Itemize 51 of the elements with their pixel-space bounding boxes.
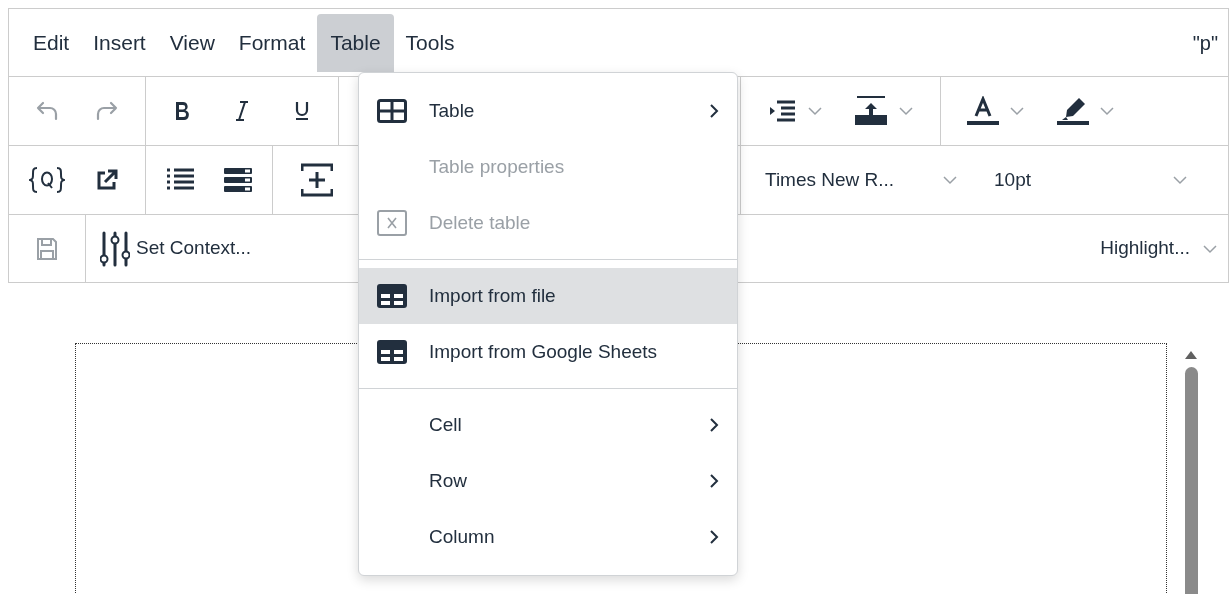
undo-icon xyxy=(35,100,59,122)
menu-item[interactable]: Import from file xyxy=(359,268,737,324)
menu-item[interactable]: Row xyxy=(359,453,737,509)
font-family-select[interactable]: Times New R... xyxy=(741,146,976,214)
chevron-down-icon xyxy=(1009,106,1025,116)
stacked-bars-icon xyxy=(222,167,253,193)
chevron-down-icon xyxy=(1172,175,1188,185)
menubar-item[interactable]: Format xyxy=(226,14,318,72)
chevron-down-icon xyxy=(898,106,915,116)
highlight-color-split-button[interactable] xyxy=(1057,96,1115,126)
font-size-select[interactable]: 10pt xyxy=(976,146,1218,214)
chevron-down-icon xyxy=(942,175,958,185)
insert-box-icon xyxy=(301,163,333,197)
menubar-item[interactable]: View xyxy=(157,14,227,72)
italic-icon xyxy=(235,101,249,121)
set-context-button[interactable]: Set Context... xyxy=(100,230,252,267)
marker-icon xyxy=(1057,96,1089,126)
menubar-item[interactable]: Table xyxy=(317,14,394,72)
chevron-down-icon xyxy=(806,106,823,116)
list-icon xyxy=(165,167,196,193)
menu-item[interactable]: Column xyxy=(359,509,737,565)
table-icon xyxy=(377,284,407,308)
text-color-icon xyxy=(967,96,999,126)
align-top-icon xyxy=(854,95,889,127)
redo-icon xyxy=(95,100,119,122)
chevron-down-icon xyxy=(1099,106,1115,116)
element-path: "p" xyxy=(1192,30,1218,56)
chevron-down-icon xyxy=(1202,243,1218,254)
delete-box-icon xyxy=(377,210,407,236)
menubar-item[interactable]: Edit xyxy=(21,14,82,72)
text-color-split-button[interactable] xyxy=(967,96,1025,126)
bold-icon xyxy=(174,101,190,121)
curly-braces-icon xyxy=(29,166,65,194)
scroll-up-icon xyxy=(1185,351,1197,359)
external-link-icon xyxy=(96,169,118,191)
menubar-item[interactable]: Insert xyxy=(81,14,158,72)
chevron-right-icon xyxy=(709,473,719,489)
save-icon xyxy=(36,236,58,261)
underline-icon xyxy=(294,101,310,121)
chevron-right-icon xyxy=(709,529,719,545)
table-icon xyxy=(377,340,407,364)
table-icon xyxy=(377,99,407,123)
chevron-right-icon xyxy=(709,103,719,119)
menu-item[interactable]: Table xyxy=(359,83,737,139)
menu-item[interactable]: Cell xyxy=(359,397,737,453)
vertical-align-split-button[interactable] xyxy=(854,95,915,127)
sliders-icon xyxy=(100,230,130,267)
highlight-select[interactable]: Highlight... xyxy=(1100,234,1218,263)
menu-item[interactable]: Import from Google Sheets xyxy=(359,324,737,380)
menubar-item[interactable]: Tools xyxy=(393,14,467,72)
chevron-right-icon xyxy=(709,417,719,433)
